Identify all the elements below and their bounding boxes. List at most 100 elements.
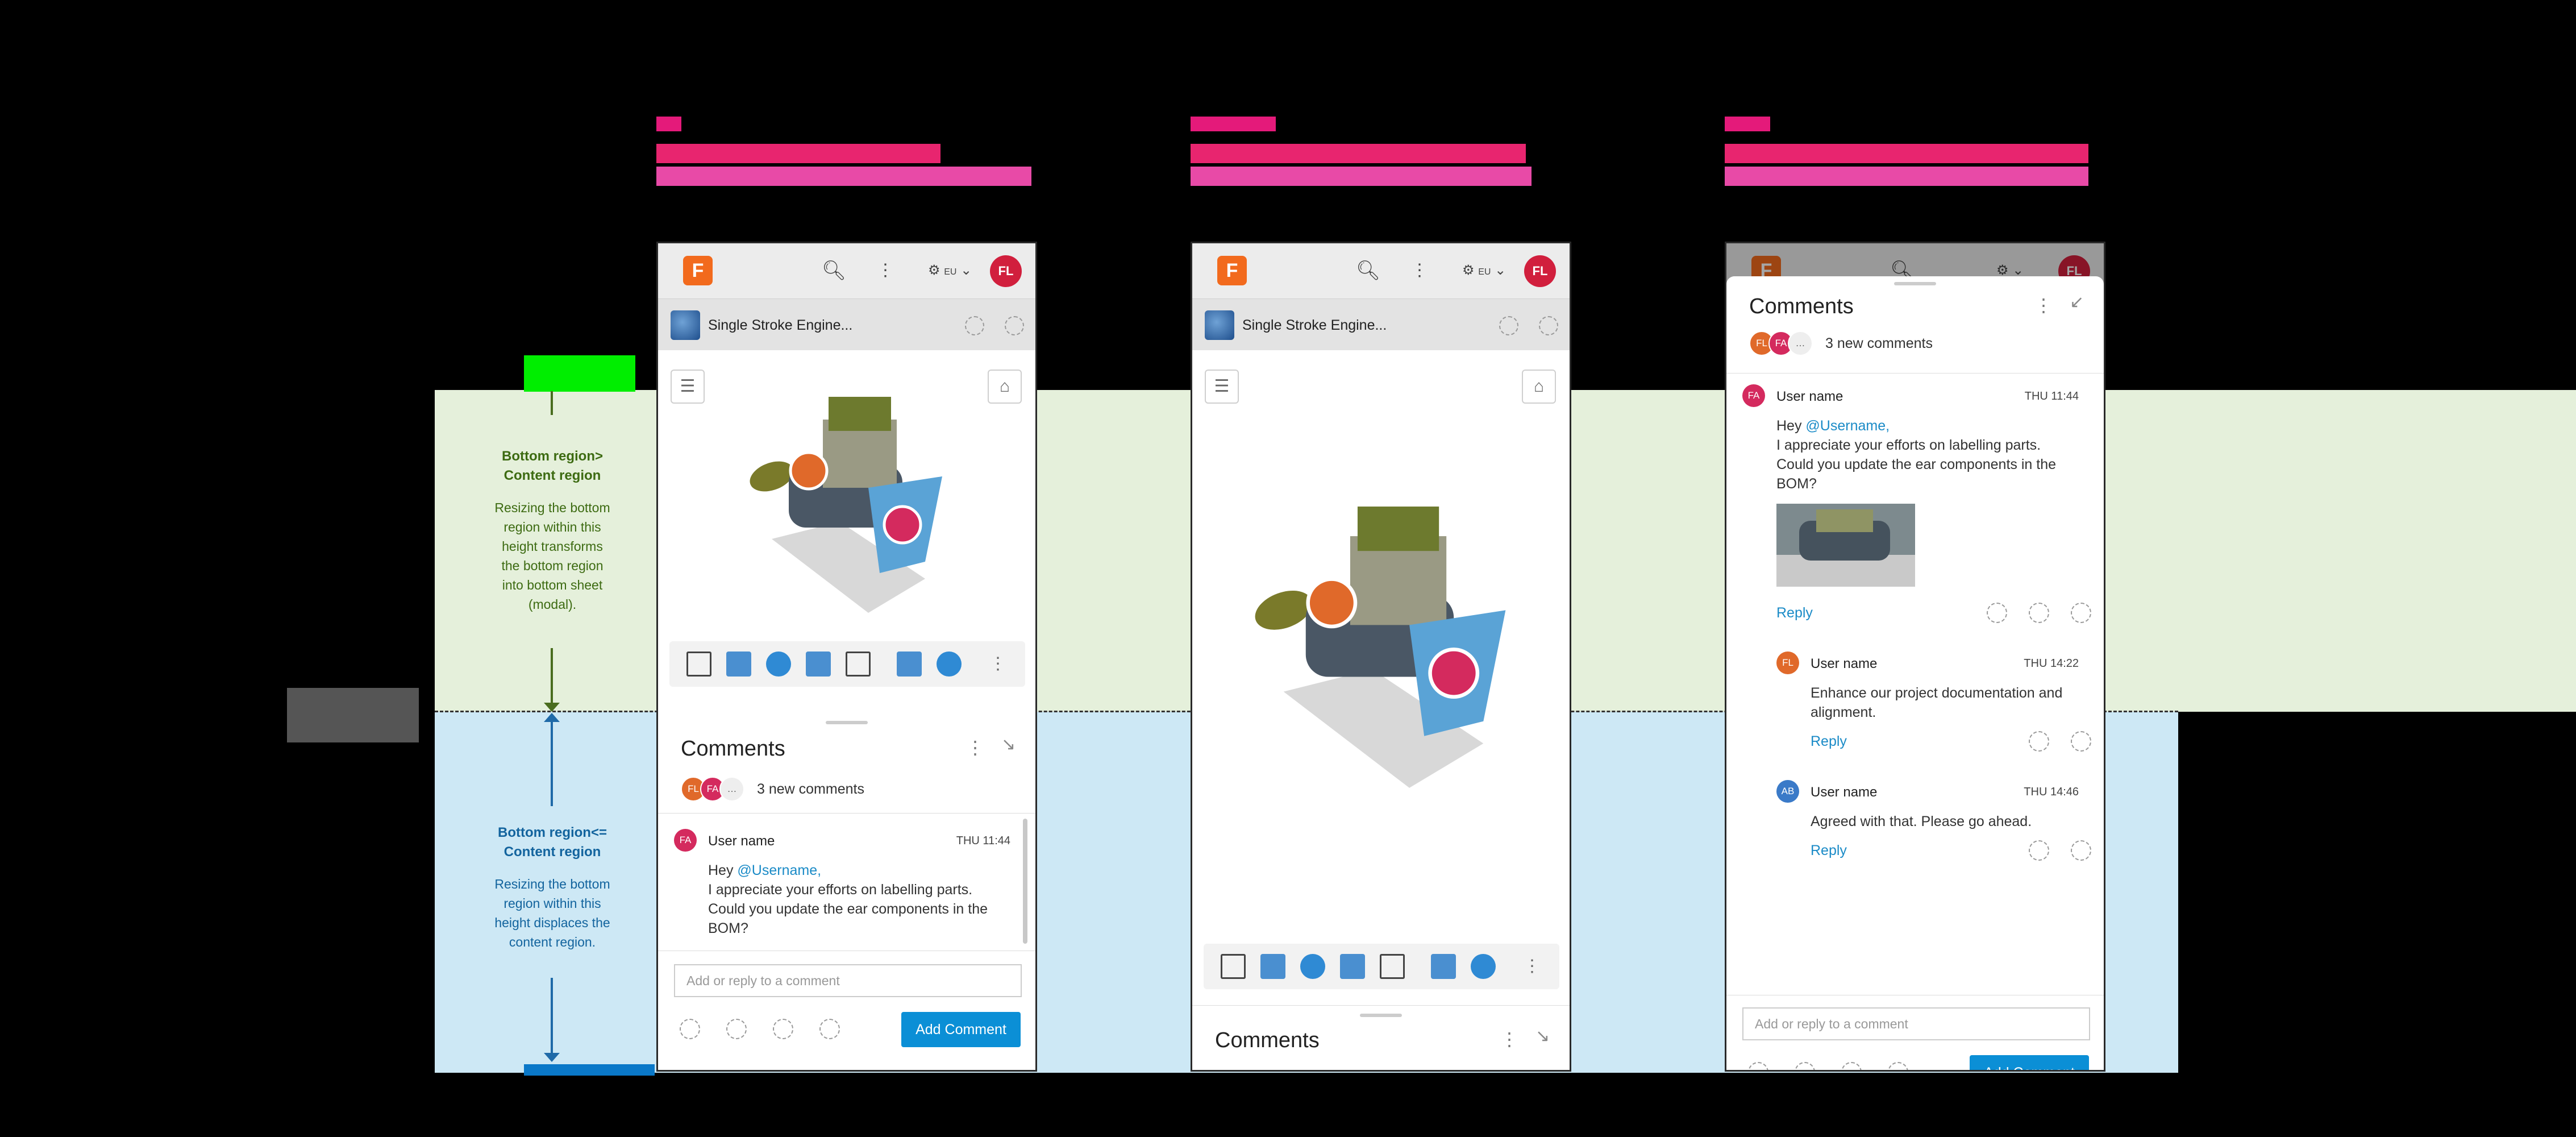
options-icon[interactable] bbox=[2071, 731, 2091, 752]
comment-attachment-image[interactable] bbox=[1776, 504, 1915, 587]
image-icon[interactable] bbox=[1795, 1062, 1815, 1070]
document-title[interactable]: Single Stroke Engine... bbox=[1242, 317, 1387, 334]
drag-handle[interactable] bbox=[1360, 1014, 1402, 1017]
mention-icon[interactable] bbox=[773, 1019, 793, 1039]
comment-input[interactable]: Add or reply to a comment bbox=[674, 964, 1022, 997]
home-button[interactable]: ⌂ bbox=[1522, 370, 1556, 404]
reply-link[interactable]: Reply bbox=[1776, 605, 1813, 621]
insert-icon[interactable] bbox=[1431, 954, 1456, 979]
revolve-icon[interactable] bbox=[766, 652, 791, 677]
mention-icon[interactable] bbox=[1841, 1062, 1862, 1070]
react-icon[interactable] bbox=[2029, 840, 2049, 861]
add-comment-button[interactable]: Add Comment bbox=[1970, 1055, 2089, 1070]
react-icon[interactable] bbox=[2029, 731, 2049, 752]
collapse-icon[interactable]: ↘ bbox=[1535, 1026, 1550, 1046]
comments-sheet: Comments ⋮ ↘ bbox=[1192, 1005, 1570, 1070]
document-bar: Single Stroke Engine... bbox=[658, 299, 1035, 350]
reply-link[interactable]: Reply bbox=[1811, 843, 1847, 859]
region-selector[interactable]: ⚙ EU ⌄ bbox=[1462, 259, 1506, 284]
comments-sheet: Comments ⋮ ↘ FL FA … 3 new comments FA U… bbox=[658, 711, 1035, 1070]
more-vertical-icon[interactable]: ⋮ bbox=[985, 652, 1010, 677]
dimension-icon[interactable] bbox=[1380, 954, 1405, 979]
emoji-icon[interactable] bbox=[819, 1019, 840, 1039]
engine-model[interactable] bbox=[738, 391, 954, 636]
more-vertical-icon[interactable]: ⋮ bbox=[1520, 954, 1545, 979]
options-icon[interactable] bbox=[2071, 840, 2091, 861]
annotation-text: the bottom region bbox=[501, 558, 604, 573]
document-title[interactable]: Single Stroke Engine... bbox=[708, 317, 852, 334]
column-label-1 bbox=[656, 117, 1031, 186]
more-avatars-icon[interactable]: … bbox=[719, 777, 744, 802]
more-vertical-icon[interactable]: ⋮ bbox=[1500, 1028, 1518, 1050]
react-icon[interactable] bbox=[2029, 603, 2049, 623]
placeholder-icon[interactable] bbox=[1539, 316, 1558, 335]
emoji-icon[interactable] bbox=[1888, 1062, 1908, 1070]
options-icon[interactable] bbox=[2071, 603, 2091, 623]
phone-frame-1: F 🔍︎ ⋮ ⚙ EU ⌄ FL Single Stroke Engine...… bbox=[656, 242, 1037, 1072]
more-vertical-icon[interactable]: ⋮ bbox=[2034, 294, 2053, 316]
extrude-icon[interactable] bbox=[1260, 954, 1285, 979]
comment-greeting: Hey bbox=[1776, 418, 1806, 434]
inspect-icon[interactable] bbox=[937, 652, 962, 677]
like-icon[interactable] bbox=[1987, 603, 2007, 623]
mention-link[interactable]: @Username, bbox=[737, 862, 821, 878]
placeholder-icon[interactable] bbox=[1005, 316, 1024, 335]
document-icon bbox=[671, 310, 700, 340]
document-bar: Single Stroke Engine... bbox=[1192, 299, 1570, 350]
comment-body: Hey @Username, I appreciate your efforts… bbox=[708, 861, 1015, 938]
dimension-icon[interactable] bbox=[846, 652, 871, 677]
annotation-text: height displaces the bbox=[494, 915, 610, 930]
engine-model[interactable] bbox=[1238, 499, 1522, 818]
attach-icon[interactable] bbox=[1748, 1062, 1768, 1070]
new-comments-count: 3 new comments bbox=[757, 781, 864, 797]
annotation-text: height transforms bbox=[502, 539, 603, 554]
avatar[interactable]: FL bbox=[1524, 255, 1556, 287]
comments-title: Comments bbox=[1749, 294, 1854, 318]
reply-link[interactable]: Reply bbox=[1811, 733, 1847, 750]
drag-handle[interactable] bbox=[826, 721, 868, 724]
scrollbar[interactable] bbox=[1023, 819, 1027, 944]
comment-time: THU 11:44 bbox=[956, 835, 1010, 847]
home-button[interactable]: ⌂ bbox=[988, 370, 1022, 404]
browser-tree-button[interactable]: ☰ bbox=[1205, 370, 1239, 404]
more-vertical-icon[interactable]: ⋮ bbox=[877, 259, 894, 282]
extrude-icon[interactable] bbox=[726, 652, 751, 677]
more-avatars-icon[interactable]: … bbox=[1788, 331, 1813, 356]
image-icon[interactable] bbox=[726, 1019, 747, 1039]
threshold-label bbox=[287, 688, 419, 742]
region-selector[interactable]: ⚙ EU ⌄ bbox=[928, 259, 972, 284]
collapse-icon[interactable]: ↘ bbox=[1001, 735, 1016, 754]
arrow-down-icon bbox=[544, 1053, 560, 1062]
search-icon[interactable]: 🔍︎ bbox=[1356, 259, 1380, 282]
sketch-icon[interactable] bbox=[1221, 954, 1246, 979]
phone-frame-2: F 🔍︎ ⋮ ⚙ EU ⌄ FL Single Stroke Engine...… bbox=[1191, 242, 1571, 1072]
revolve-icon[interactable] bbox=[1300, 954, 1325, 979]
add-comment-button[interactable]: Add Comment bbox=[901, 1012, 1021, 1047]
shell-icon[interactable] bbox=[806, 652, 831, 677]
annotation-text: region within this bbox=[503, 520, 601, 534]
placeholder-icon[interactable] bbox=[965, 316, 984, 335]
placeholder-icon[interactable] bbox=[1499, 316, 1518, 335]
browser-tree-button[interactable]: ☰ bbox=[671, 370, 705, 404]
shell-icon[interactable] bbox=[1340, 954, 1365, 979]
arrow-line bbox=[551, 978, 553, 1057]
expand-icon[interactable]: ↙ bbox=[2070, 292, 2084, 312]
inspect-icon[interactable] bbox=[1471, 954, 1496, 979]
mention-link[interactable]: @Username, bbox=[1805, 418, 1890, 434]
arrow-down-icon bbox=[544, 703, 560, 712]
app-logo[interactable]: F bbox=[683, 256, 713, 285]
comment-input[interactable]: Add or reply to a comment bbox=[1742, 1007, 2090, 1040]
drag-handle[interactable] bbox=[1894, 282, 1936, 285]
avatar[interactable]: FL bbox=[990, 255, 1022, 287]
more-vertical-icon[interactable]: ⋮ bbox=[1411, 259, 1428, 282]
more-vertical-icon[interactable]: ⋮ bbox=[966, 737, 984, 758]
app-logo[interactable]: F bbox=[1217, 256, 1247, 285]
insert-icon[interactable] bbox=[897, 652, 922, 677]
attach-icon[interactable] bbox=[680, 1019, 700, 1039]
comment-line: BOM? bbox=[1776, 476, 1817, 492]
sketch-icon[interactable] bbox=[686, 652, 711, 677]
top-marker bbox=[524, 355, 635, 392]
column-label-2 bbox=[1191, 117, 1532, 186]
comment-line: Could you update the ear components in t… bbox=[1776, 457, 2057, 472]
search-icon[interactable]: 🔍︎ bbox=[822, 259, 846, 282]
